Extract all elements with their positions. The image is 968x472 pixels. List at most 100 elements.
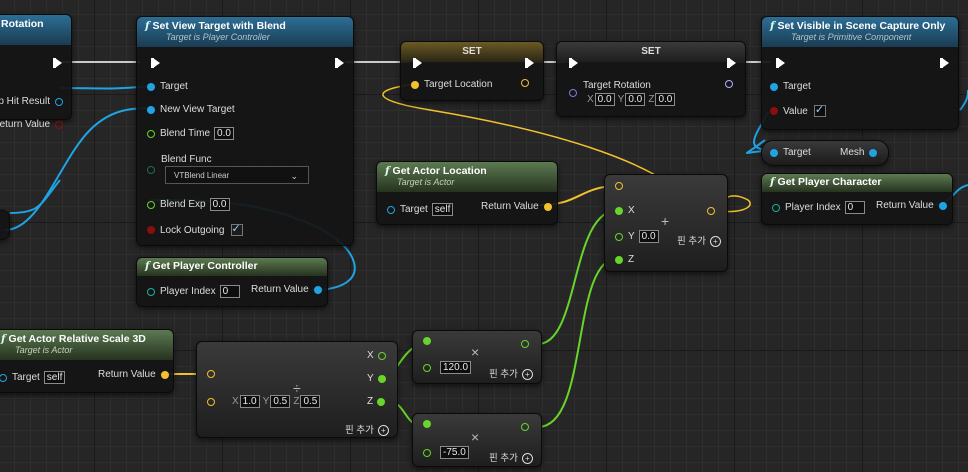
rotation-return-pin[interactable]: eturn Value	[0, 119, 63, 130]
rotation-x-input[interactable]: 0.0	[594, 93, 615, 106]
set-visible-node[interactable]: f Set Visible in Scene Capture Only Targe…	[761, 16, 959, 130]
actor-location-self-input[interactable]: self	[431, 203, 454, 216]
get-scale-node[interactable]: f Get Actor Relative Scale 3D Target is A…	[0, 329, 174, 393]
mul1-value-input[interactable]: 120.0	[440, 361, 472, 374]
mul1-b-pin[interactable]: 120.0	[423, 361, 472, 374]
add-pin-button[interactable]: 핀 추가 +	[677, 233, 721, 247]
set-view-target-subtitle: Target is Player Controller	[166, 32, 270, 42]
target-location-out-pin[interactable]	[521, 79, 534, 87]
set-view-target-title: Set View Target with Blend	[152, 20, 286, 32]
reroute-stub[interactable]	[0, 210, 10, 240]
divide-x-input[interactable]: 1.0	[239, 395, 260, 408]
divide-z-input[interactable]: 0.5	[300, 395, 321, 408]
target-rotation-pin[interactable]	[569, 89, 582, 97]
blend-time-pin[interactable]: Blend Time 0.0	[147, 127, 235, 140]
value-checkbox[interactable]	[813, 103, 826, 117]
blend-time-input[interactable]: 0.0	[214, 127, 235, 140]
vector-add-out-pin[interactable]	[707, 207, 720, 215]
add-pin-button[interactable]: 핀 추가 +	[489, 366, 533, 380]
plus-icon: +	[377, 425, 389, 436]
vector-z-pin[interactable]: Z	[615, 254, 634, 265]
vector-y-input[interactable]: 0.0	[638, 230, 659, 243]
get-player-controller-title: Get Player Controller	[152, 260, 258, 272]
set-location-node[interactable]: SET Target Location	[400, 41, 544, 101]
scale-self-input[interactable]: self	[43, 371, 66, 384]
mesh-target-pin[interactable]: Target	[770, 147, 811, 158]
divide-node[interactable]: X 1.0 Y 0.5 Z 0.5 ÷ X Y Z 핀 추가 +	[196, 341, 398, 438]
vector-add-node[interactable]: X Y 0.0 Z + 핀 추가 +	[604, 174, 728, 272]
blend-func-pin[interactable]	[147, 166, 160, 174]
rotation-out-pin[interactable]	[725, 80, 738, 88]
blend-exp-input[interactable]: 0.0	[209, 198, 230, 211]
divide-b-pin[interactable]: X 1.0 Y 0.5 Z 0.5	[207, 395, 321, 408]
rotation-y-input[interactable]: 0.0	[625, 93, 646, 106]
player-controller-return-pin[interactable]: Return Value	[251, 284, 327, 295]
set-view-target-node[interactable]: f Set View Target with Blend Target is Pl…	[136, 16, 354, 246]
target-rotation-label: Target Rotation	[583, 80, 651, 91]
rotation-node[interactable]: Rotation p Hit Result eturn Value	[0, 14, 72, 130]
lock-outgoing-pin[interactable]: Lock Outgoing	[147, 222, 243, 236]
get-actor-location-node[interactable]: f Get Actor Location Target is Actor Targ…	[376, 161, 558, 225]
target-pin[interactable]: Target	[147, 81, 188, 92]
lock-outgoing-checkbox[interactable]	[230, 222, 243, 236]
plus-icon: +	[521, 369, 533, 380]
divide-y-input[interactable]: 0.5	[270, 395, 291, 408]
divide-out-x-pin[interactable]: X	[367, 350, 391, 361]
get-actor-location-title: Get Actor Location	[392, 165, 487, 177]
set-visible-title: Set Visible in Scene Capture Only	[777, 20, 946, 32]
multiply-operator-icon: ×	[471, 344, 480, 360]
mul2-b-pin[interactable]: -75.0	[423, 446, 469, 459]
get-player-character-node[interactable]: f Get Player Character Player Index 0 Retu…	[761, 173, 953, 225]
actor-location-return-pin[interactable]: Return Value	[481, 201, 557, 212]
exec-out-pin[interactable]	[525, 58, 534, 68]
set-visible-value-pin[interactable]: Value	[770, 103, 826, 117]
set-location-title: SET	[401, 42, 543, 62]
mul2-a-pin[interactable]	[423, 420, 436, 428]
exec-in-pin[interactable]	[776, 58, 785, 68]
new-view-target-pin[interactable]: New View Target	[147, 104, 235, 115]
add-pin-button[interactable]: 핀 추가 +	[345, 422, 389, 436]
exec-in-pin[interactable]	[413, 58, 422, 68]
exec-out-pin[interactable]	[940, 58, 949, 68]
player-character-index-input[interactable]: 0	[844, 201, 865, 214]
actor-location-target-pin[interactable]: Target self	[387, 203, 454, 216]
multiply-node-1[interactable]: 120.0 × 핀 추가 +	[412, 330, 542, 384]
divide-out-z-pin[interactable]: Z	[367, 396, 390, 407]
exec-out-pin[interactable]	[727, 58, 736, 68]
mesh-getter-node[interactable]: Target Mesh	[761, 140, 889, 166]
mesh-output-pin[interactable]: Mesh	[840, 147, 882, 158]
player-character-index-pin[interactable]: Player Index 0	[772, 201, 865, 214]
player-character-return-pin[interactable]: Return Value	[876, 200, 952, 211]
mul1-out-pin[interactable]	[521, 340, 534, 348]
scale-return-pin[interactable]: Return Value	[98, 369, 174, 380]
mul2-value-input[interactable]: -75.0	[440, 446, 469, 459]
scale-target-pin[interactable]: Target self	[0, 371, 66, 384]
exec-out-pin[interactable]	[53, 58, 62, 68]
get-player-controller-node[interactable]: f Get Player Controller Player Index 0 Ret…	[136, 257, 328, 307]
exec-out-pin[interactable]	[335, 58, 344, 68]
mul1-a-pin[interactable]	[423, 337, 436, 345]
add-pin-button[interactable]: 핀 추가 +	[489, 450, 533, 464]
multiply-node-2[interactable]: -75.0 × 핀 추가 +	[412, 413, 542, 467]
get-scale-subtitle: Target is Actor	[15, 345, 73, 355]
rotation-z-input[interactable]: 0.0	[655, 93, 676, 106]
vector-y-pin[interactable]: Y 0.0	[615, 230, 659, 243]
set-visible-subtitle: Target is Primitive Component	[791, 32, 912, 42]
divide-out-y-pin[interactable]: Y	[367, 373, 391, 384]
mul2-out-pin[interactable]	[521, 423, 534, 431]
target-location-pin[interactable]: Target Location	[411, 79, 492, 90]
set-visible-target-pin[interactable]: Target	[770, 81, 811, 92]
object-wire	[959, 89, 968, 111]
vector-x-pin[interactable]: X	[615, 205, 635, 216]
get-actor-location-subtitle: Target is Actor	[397, 177, 455, 187]
exec-in-pin[interactable]	[151, 58, 160, 68]
blend-exp-pin[interactable]: Blend Exp 0.0	[147, 198, 230, 211]
blend-func-dropdown[interactable]: VTBlend Linear ⌄	[165, 166, 309, 184]
player-controller-index-pin[interactable]: Player Index 0	[147, 285, 240, 298]
hit-result-pin[interactable]: p Hit Result	[0, 96, 63, 107]
vector-a-pin[interactable]	[615, 182, 628, 190]
divide-a-pin[interactable]	[207, 370, 220, 378]
player-controller-index-input[interactable]: 0	[219, 285, 240, 298]
set-rotation-node[interactable]: SET Target Rotation X 0.0 Y 0.0 Z 0.0	[556, 41, 746, 117]
exec-in-pin[interactable]	[569, 58, 578, 68]
